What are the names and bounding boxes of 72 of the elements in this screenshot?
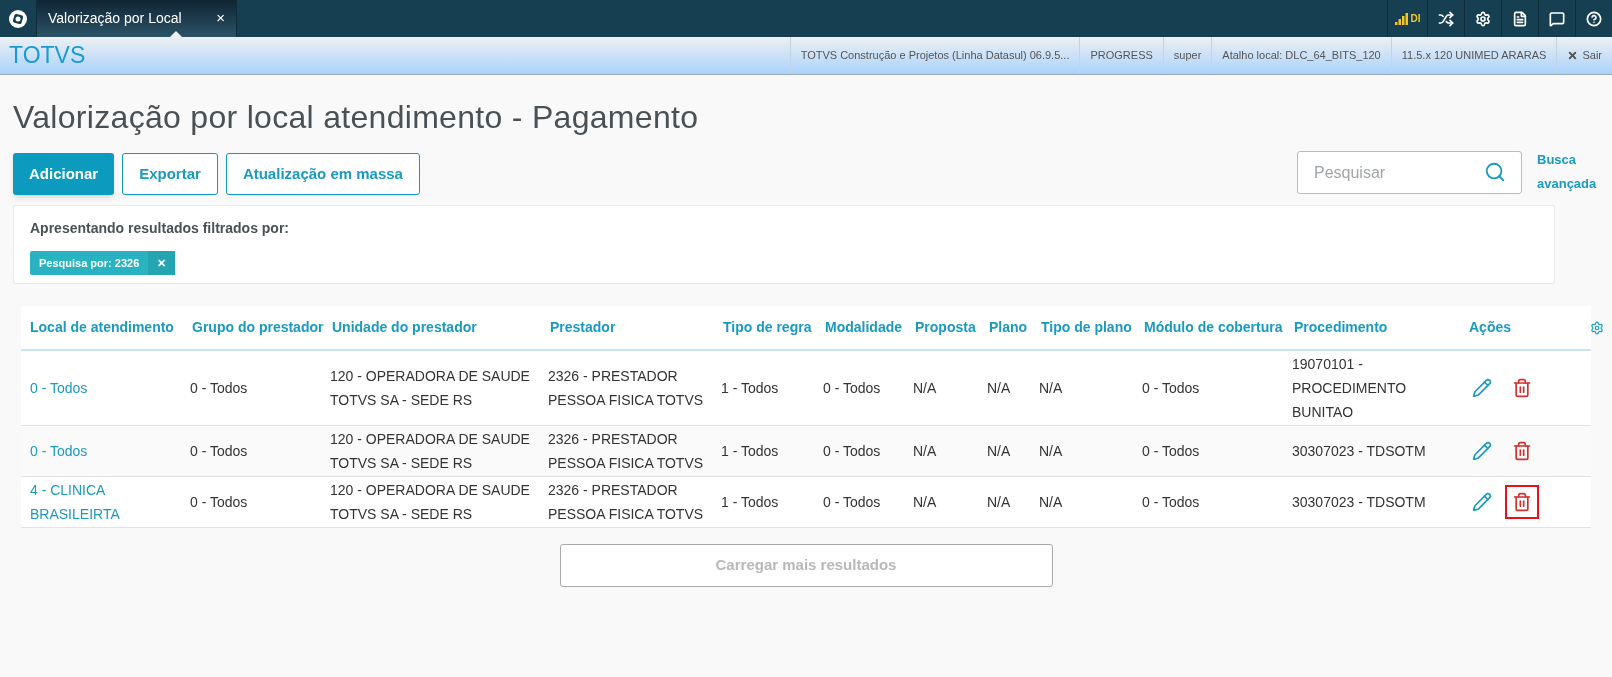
table-cell: 0 - Todos — [1136, 476, 1286, 528]
table-cell: 1 - Todos — [715, 350, 817, 426]
table-cell: 120 - OPERADORA DE SAUDE TOTVS SA - SEDE RS — [324, 425, 542, 477]
table-cell: 0 - Todos — [1136, 425, 1286, 477]
table-cell: 1 - Todos — [715, 476, 817, 528]
session-info: PROGRESS — [1079, 37, 1163, 74]
table-cell: 30307023 - TDSOTM — [1286, 425, 1461, 477]
table-cell: N/A — [907, 476, 981, 528]
column-header[interactable]: Proposta — [907, 306, 981, 350]
table-cell: N/A — [1033, 350, 1136, 426]
trash-icon — [1512, 441, 1532, 461]
table-cell: 2326 - PRESTADOR PESSOA FISICA TOTVS — [542, 425, 715, 477]
table-cell: 0 - Todos — [1136, 350, 1286, 426]
session-info: Atalho local: DLC_64_BITS_120 — [1211, 37, 1391, 74]
session-info: TOTVS Construção e Projetos (Linha Datasul) 06.9.5... — [789, 37, 1080, 74]
page-title: Valorização por local atendimento - Pagamento — [13, 98, 700, 137]
action-button[interactable]: Adicionar — [13, 153, 115, 195]
table-cell: 120 - OPERADORA DE SAUDE TOTVS SA - SEDE RS — [324, 476, 542, 528]
tab[interactable]: Valorização por Local × — [37, 0, 237, 37]
table-cell: N/A — [1033, 476, 1136, 528]
table-cell: N/A — [981, 425, 1033, 477]
brand-name: TOTVS — [8, 41, 87, 71]
remove-tag-button[interactable]: ✕ — [148, 251, 176, 275]
advanced-search-link[interactable]: Busca avançada — [1537, 148, 1599, 196]
column-header[interactable]: Modalidade — [817, 306, 907, 350]
column-header[interactable]: Tipo de regra — [715, 306, 817, 350]
table-cell: 0 - Todos — [184, 350, 324, 426]
trash-icon — [1512, 378, 1532, 398]
table-cell: 1 - Todos — [715, 425, 817, 477]
pencil-icon — [1472, 441, 1492, 461]
trash-icon — [1512, 492, 1532, 512]
column-header[interactable]: Grupo do prestador — [184, 306, 324, 350]
column-header[interactable]: Local de atendimento — [21, 306, 184, 350]
column-header[interactable]: Plano — [981, 306, 1033, 350]
table-cell: 2326 - PRESTADOR PESSOA FISICA TOTVS — [542, 350, 715, 426]
table-cell: 0 - Todos — [817, 350, 907, 426]
table-cell: N/A — [1033, 425, 1136, 477]
location-link[interactable]: 0 - Todos — [21, 425, 184, 477]
search-icon[interactable] — [1484, 161, 1506, 183]
column-header[interactable]: Ações — [1461, 306, 1556, 350]
location-link[interactable]: 0 - Todos — [21, 350, 184, 426]
session-info: super — [1162, 37, 1212, 74]
table-cell: N/A — [907, 350, 981, 426]
table-cell: N/A — [981, 350, 1033, 426]
search-field[interactable]: Pesquisar — [1297, 151, 1522, 194]
table-cell: 0 - Todos — [817, 476, 907, 528]
action-button[interactable]: Atualização em massa — [225, 153, 420, 195]
column-header[interactable]: Procedimento — [1286, 306, 1461, 350]
filter-tag: Pesquisa por: 2326 ✕ — [30, 251, 176, 275]
logout-button[interactable]: Sair — [1556, 37, 1612, 74]
close-icon — [1567, 50, 1579, 61]
table-cell: 0 - Todos — [184, 425, 324, 477]
column-header[interactable]: Módulo de cobertura — [1136, 306, 1286, 350]
signal-icon — [1394, 12, 1409, 25]
table-cell: N/A — [907, 425, 981, 477]
table-cell: N/A — [981, 476, 1033, 528]
table-cell: 2326 - PRESTADOR PESSOA FISICA TOTVS — [542, 476, 715, 528]
table-cell: 0 - Todos — [817, 425, 907, 477]
pencil-icon — [1472, 492, 1492, 512]
filter-caption: Apresentando resultados filtrados por: — [30, 219, 291, 238]
delete-button[interactable] — [1505, 485, 1539, 519]
column-header[interactable]: Unidade do prestador — [324, 306, 542, 350]
pencil-icon — [1472, 378, 1492, 398]
table-cell: 30307023 - TDSOTM — [1286, 476, 1461, 528]
column-header[interactable]: Prestador — [542, 306, 715, 350]
action-button[interactable]: Exportar — [122, 153, 218, 195]
location-link[interactable]: 4 - CLINICA BRASILEIRTA — [21, 476, 184, 528]
table-cell: 120 - OPERADORA DE SAUDE TOTVS SA - SEDE RS — [324, 350, 542, 426]
column-header[interactable]: Tipo de plano — [1033, 306, 1136, 350]
table-cell: 0 - Todos — [184, 476, 324, 528]
table-cell: 19070101 - PROCEDIMENTO BUNITAO — [1286, 350, 1461, 426]
session-info: 11.5.x 120 UNIMED ARARAS — [1390, 37, 1557, 74]
